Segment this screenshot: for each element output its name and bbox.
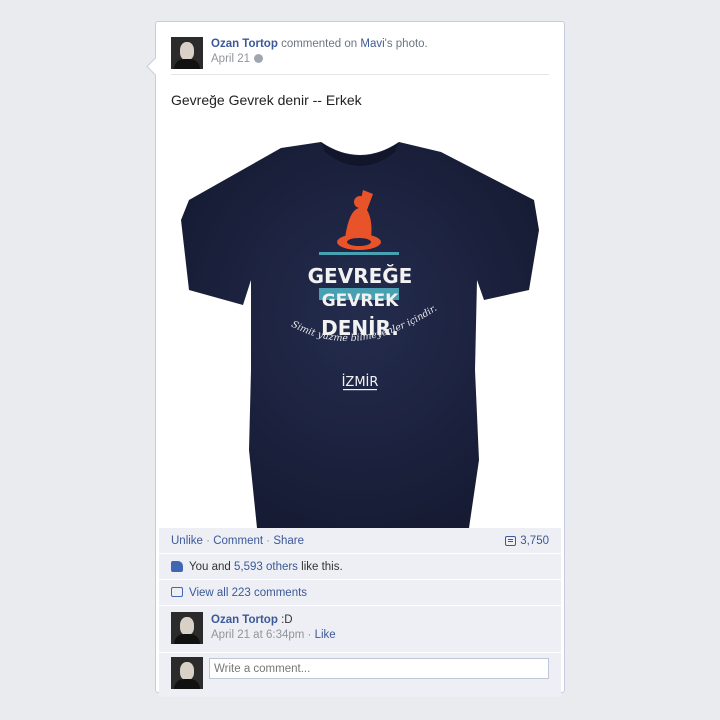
globe-icon <box>254 54 263 63</box>
post-date[interactable]: April 21 <box>211 53 250 65</box>
comment-author-link[interactable]: Ozan Tortop <box>211 614 278 626</box>
action-text: commented on <box>281 38 358 50</box>
print-city: İZMİR <box>342 374 379 390</box>
actions-row: Unlike · Comment · Share 3,750 <box>159 528 561 554</box>
thumbs-up-icon <box>171 561 183 572</box>
separator: · <box>206 535 211 547</box>
share-link[interactable]: Share <box>273 535 304 547</box>
feedback-section: Unlike · Comment · Share 3,750 You and 5… <box>159 528 561 697</box>
likes-suffix: like this. <box>301 561 343 573</box>
comments-icon <box>171 587 183 597</box>
comment-like-link[interactable]: Like <box>315 629 336 641</box>
likes-prefix: You and <box>189 561 231 573</box>
target-suffix: 's photo. <box>384 38 428 50</box>
separator: · <box>307 629 312 641</box>
unlike-link[interactable]: Unlike <box>171 535 203 547</box>
post-text: Gevreğe Gevrek denir -- Erkek <box>171 92 362 108</box>
post-photo[interactable]: GEVREĞE GEVREK DENİR. Simit yüzme bilmey… <box>159 130 561 528</box>
comment-input[interactable] <box>209 658 549 679</box>
actor-name-link[interactable]: Ozan Tortop <box>211 38 278 50</box>
target-name-link[interactable]: Mavi <box>360 38 384 50</box>
print-line2: GEVREK <box>322 291 399 311</box>
actor-avatar[interactable] <box>171 37 203 69</box>
comment-body: Ozan Tortop :D April 21 at 6:34pm · Like <box>211 613 336 643</box>
comment-count[interactable]: 3,750 <box>505 528 549 553</box>
comment-text: :D <box>281 614 293 626</box>
likes-row: You and 5,593 others like this. <box>159 554 561 580</box>
comment-count-value: 3,750 <box>520 534 549 547</box>
comment-link[interactable]: Comment <box>213 535 263 547</box>
comment-avatar[interactable] <box>171 612 203 644</box>
composer-row <box>159 653 561 697</box>
viewer-avatar <box>171 657 203 689</box>
story-card: Ozan Tortop commented on Mavi's photo. A… <box>146 21 565 697</box>
story-header: Ozan Tortop commented on Mavi's photo. A… <box>211 37 428 67</box>
print-line1: GEVREĞE <box>308 264 413 288</box>
view-all-row: View all 223 comments <box>159 580 561 606</box>
header-divider <box>171 74 549 75</box>
comment-count-icon <box>505 535 517 546</box>
tshirt-image: GEVREĞE GEVREK DENİR. Simit yüzme bilmey… <box>181 142 539 528</box>
separator: · <box>266 535 271 547</box>
view-all-comments-link[interactable]: View all 223 comments <box>189 587 307 599</box>
comment-time[interactable]: April 21 at 6:34pm <box>211 629 304 641</box>
card-notch <box>146 57 165 76</box>
comment-item: Ozan Tortop :D April 21 at 6:34pm · Like <box>159 606 561 653</box>
likes-others-link[interactable]: 5,593 others <box>234 561 298 573</box>
